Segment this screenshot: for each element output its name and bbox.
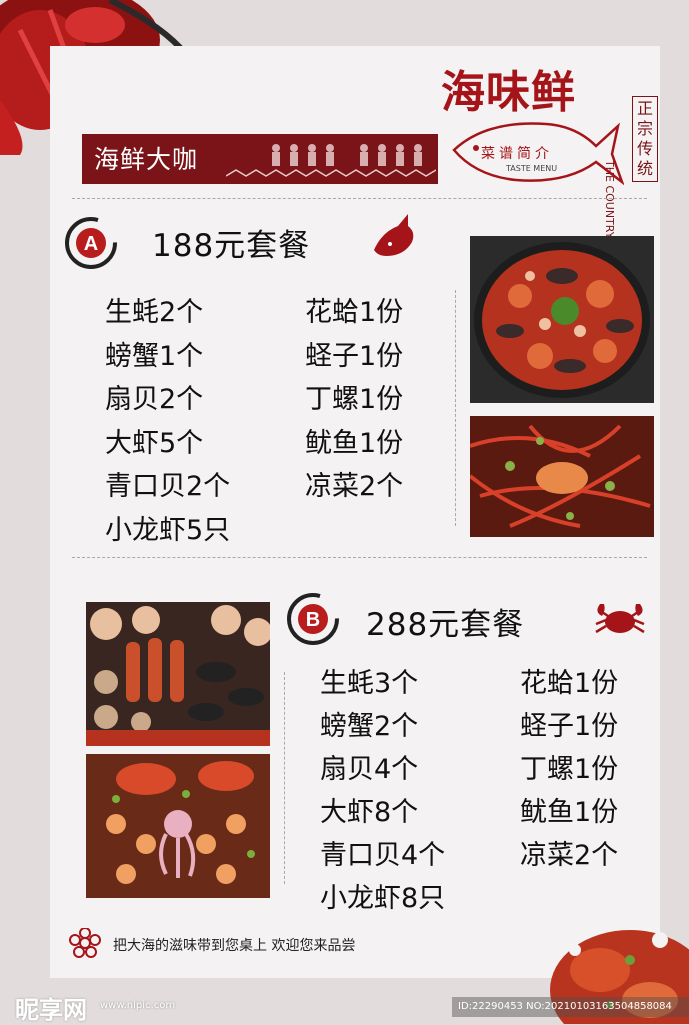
divider-vertical-a <box>455 290 456 526</box>
flower-logo-icon <box>69 928 101 958</box>
footer-slogan: 把大海的滋味带到您桌上 欢迎您来品尝 <box>113 938 356 954</box>
set-a-item: 丁螺1份 <box>305 384 404 415</box>
badge-b-icon: B <box>287 593 339 645</box>
set-a-item: 花蛤1份 <box>305 297 404 328</box>
set-a-title: 188元套餐 <box>152 228 311 264</box>
brand-vertical-text: 正宗传统 <box>632 96 658 182</box>
watermark-id: ID:22290453 NO:20210103163504858084 <box>452 997 689 1017</box>
set-b-item: 凉菜2个 <box>520 840 619 871</box>
banner-text: 海鲜大咖 <box>94 145 199 174</box>
set-a-item: 小龙虾5只 <box>105 515 231 546</box>
set-b-item: 螃蟹2个 <box>320 711 419 742</box>
set-a-item: 扇贝2个 <box>105 384 204 415</box>
badge-a-letter: A <box>84 233 98 255</box>
fish-icon <box>374 214 414 256</box>
divider-middle <box>72 557 647 558</box>
taste-menu-text: TASTE MENU <box>506 164 558 173</box>
divider-vertical-b <box>284 672 285 884</box>
divider-top <box>72 198 647 199</box>
menu-intro-text: 菜谱简介 <box>481 146 553 162</box>
set-b-item: 花蛤1份 <box>520 668 619 699</box>
seafood-assortment-photo <box>86 602 270 746</box>
set-b-item: 扇贝4个 <box>320 754 419 785</box>
set-b-item: 鱿鱼1份 <box>520 797 619 828</box>
set-b-item: 生蚝3个 <box>320 668 419 699</box>
watermark-url: www.nipic.com <box>100 1000 176 1011</box>
set-b-item: 丁螺1份 <box>520 754 619 785</box>
set-b-item: 大虾8个 <box>320 797 419 828</box>
brand-title: 海味鲜 <box>441 67 576 118</box>
set-b-title: 288元套餐 <box>366 607 525 643</box>
watermark-site: 昵享网 <box>15 996 87 1024</box>
set-a-item: 大虾5个 <box>105 428 204 459</box>
set-b-item: 小龙虾8只 <box>320 883 446 914</box>
crab-icon <box>595 604 645 634</box>
figures-pattern-decoration <box>226 144 436 177</box>
set-a-item: 螃蟹1个 <box>105 341 204 372</box>
set-a-item: 青口贝2个 <box>105 471 231 502</box>
set-b-item: 青口贝4个 <box>320 840 446 871</box>
badge-b-letter: B <box>306 609 320 631</box>
seafood-feast-photo <box>86 754 270 898</box>
set-b-item: 蛏子1份 <box>520 711 619 742</box>
set-a-item: 凉菜2个 <box>305 471 404 502</box>
set-a-item: 鱿鱼1份 <box>305 428 404 459</box>
crayfish-dish-photo <box>470 416 654 537</box>
badge-a-icon: A <box>65 217 117 269</box>
set-a-item: 生蚝2个 <box>105 297 204 328</box>
seafood-platter-photo <box>470 236 654 403</box>
set-a-item: 蛏子1份 <box>305 341 404 372</box>
